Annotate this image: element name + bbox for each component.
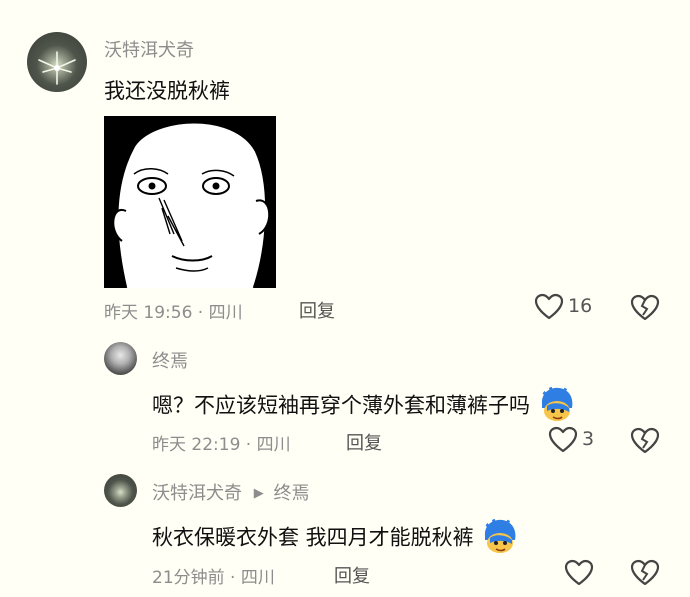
comment-meta: 昨天 19:56 · 四川 <box>104 303 243 323</box>
reply-text-content: 秋衣保暖衣外套 我四月才能脱秋裤 <box>152 525 474 550</box>
reply-to-username[interactable]: 终焉 <box>273 483 309 504</box>
reply-meta: 昨天 22:19 · 四川 <box>152 435 291 455</box>
like-button[interactable]: 3 <box>548 426 594 456</box>
heart-outline-icon <box>564 559 594 586</box>
dislike-button[interactable] <box>630 559 660 591</box>
reply-text-content: 嗯？不应该短袖再穿个薄外套和薄裤子吗 <box>152 393 530 418</box>
avatar[interactable] <box>104 474 137 507</box>
dislike-button[interactable] <box>630 294 660 326</box>
blue-face-emoji <box>539 385 575 427</box>
reply-button[interactable]: 回复 <box>334 562 370 588</box>
broken-heart-icon <box>630 559 660 586</box>
blue-face-emoji <box>482 517 518 559</box>
avatar[interactable] <box>104 342 137 375</box>
comment-username[interactable]: 沃特洱犬奇 <box>104 36 194 62</box>
flower-icon <box>38 51 76 85</box>
dislike-button[interactable] <box>630 427 660 459</box>
heart-outline-icon <box>548 426 578 453</box>
reply-meta: 21分钟前 · 四川 <box>152 568 275 588</box>
like-button[interactable] <box>564 559 594 591</box>
reply-username[interactable]: 沃特洱犬奇 <box>152 483 242 504</box>
comment-text: 我还没脱秋裤 <box>104 79 230 103</box>
comment-image[interactable] <box>104 116 276 288</box>
reply-header: 沃特洱犬奇 ▶ 终焉 <box>152 479 309 505</box>
broken-heart-icon <box>630 294 660 321</box>
heart-outline-icon <box>534 293 564 320</box>
reply-button[interactable]: 回复 <box>299 297 335 323</box>
reply-button[interactable]: 回复 <box>346 429 382 455</box>
reply-text: 秋衣保暖衣外套 我四月才能脱秋裤 <box>152 517 518 559</box>
like-count: 16 <box>568 295 593 317</box>
reply-text: 嗯？不应该短袖再穿个薄外套和薄裤子吗 <box>152 385 575 427</box>
broken-heart-icon <box>630 427 660 454</box>
reply-username[interactable]: 终焉 <box>152 347 188 373</box>
like-button[interactable]: 16 <box>534 293 592 323</box>
triangle-right-icon: ▶ <box>253 486 264 501</box>
avatar[interactable] <box>27 32 87 92</box>
like-count: 3 <box>582 428 595 450</box>
